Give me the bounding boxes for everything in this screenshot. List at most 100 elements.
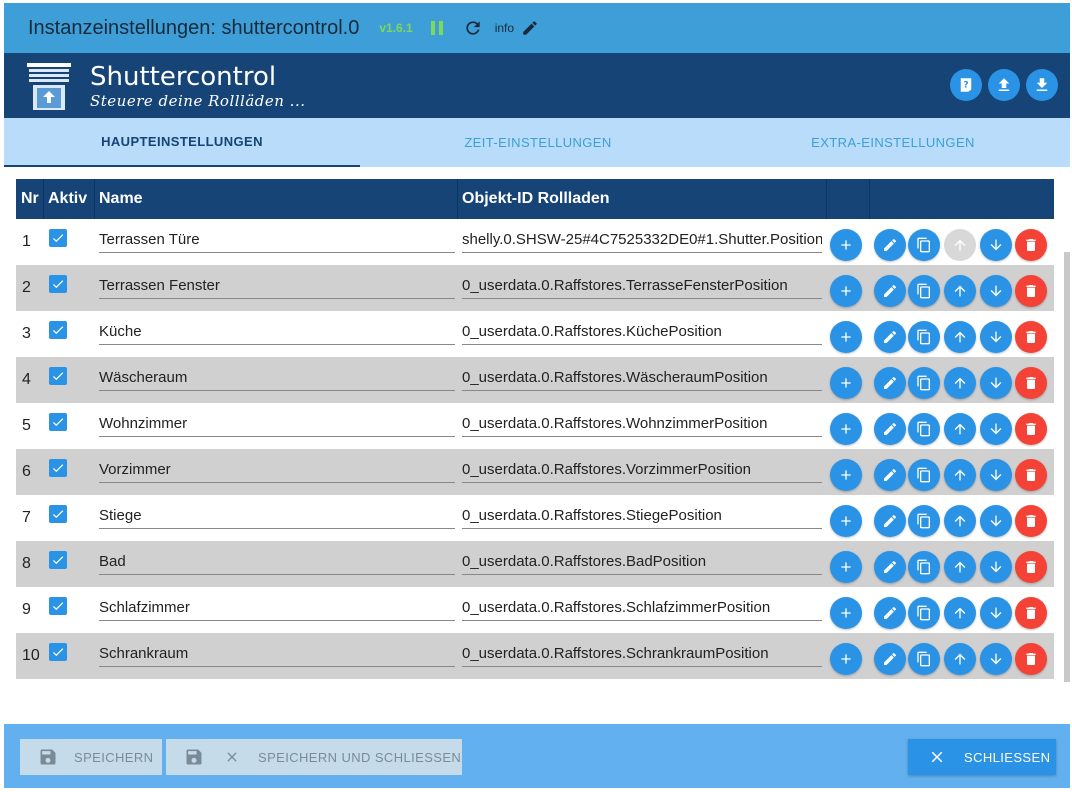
add-button[interactable]	[830, 459, 862, 491]
delete-button[interactable]	[1015, 643, 1047, 675]
edit-button[interactable]	[874, 551, 906, 583]
active-checkbox[interactable]	[49, 551, 67, 569]
delete-button[interactable]	[1015, 321, 1047, 353]
edit-button[interactable]	[874, 367, 906, 399]
name-input[interactable]: Wäscheraum	[99, 363, 455, 391]
edit-button[interactable]	[874, 505, 906, 537]
active-checkbox[interactable]	[49, 459, 67, 477]
active-checkbox[interactable]	[49, 505, 67, 523]
move-up-button[interactable]	[944, 459, 976, 491]
move-down-button[interactable]	[980, 597, 1012, 629]
move-down-button[interactable]	[980, 413, 1012, 445]
move-up-button[interactable]	[944, 367, 976, 399]
move-up-button[interactable]	[944, 321, 976, 353]
active-checkbox[interactable]	[49, 413, 67, 431]
delete-button[interactable]	[1015, 551, 1047, 583]
move-up-button[interactable]	[944, 229, 976, 261]
delete-button[interactable]	[1015, 459, 1047, 491]
save-and-close-button[interactable]: SPEICHERN UND SCHLIESSEN	[166, 739, 462, 775]
add-button[interactable]	[830, 597, 862, 629]
move-up-button[interactable]	[944, 643, 976, 675]
copy-button[interactable]	[908, 459, 940, 491]
move-up-button[interactable]	[944, 505, 976, 537]
delete-button[interactable]	[1015, 367, 1047, 399]
copy-button[interactable]	[908, 505, 940, 537]
object-id-input[interactable]: 0_userdata.0.Raffstores.VorzimmerPositio…	[462, 455, 822, 483]
add-button[interactable]	[830, 321, 862, 353]
add-button[interactable]	[830, 275, 862, 307]
tab-haupteinstellungen[interactable]: HAUPTEINSTELLUNGEN	[4, 118, 360, 167]
object-id-input[interactable]: 0_userdata.0.Raffstores.KüchePosition	[462, 317, 822, 345]
active-checkbox[interactable]	[49, 275, 67, 293]
object-id-input[interactable]: 0_userdata.0.Raffstores.WohnzimmerPositi…	[462, 409, 822, 437]
active-checkbox[interactable]	[49, 321, 67, 339]
name-input[interactable]: Terrassen Fenster	[99, 271, 455, 299]
edit-button[interactable]	[874, 459, 906, 491]
copy-button[interactable]	[908, 229, 940, 261]
copy-button[interactable]	[908, 643, 940, 675]
object-id-input[interactable]: 0_userdata.0.Raffstores.BadPosition	[462, 547, 822, 575]
object-id-input[interactable]: 0_userdata.0.Raffstores.TerrasseFensterP…	[462, 271, 822, 299]
move-down-button[interactable]	[980, 275, 1012, 307]
name-input[interactable]: Bad	[99, 547, 455, 575]
tab-zeit-einstellungen[interactable]: ZEIT-EINSTELLUNGEN	[360, 118, 716, 167]
copy-button[interactable]	[908, 413, 940, 445]
add-button[interactable]	[830, 367, 862, 399]
name-input[interactable]: Terrassen Türe	[99, 225, 455, 253]
name-input[interactable]: Küche	[99, 317, 455, 345]
move-up-button[interactable]	[944, 551, 976, 583]
delete-button[interactable]	[1015, 275, 1047, 307]
name-input[interactable]: Vorzimmer	[99, 455, 455, 483]
move-up-button[interactable]	[944, 597, 976, 629]
move-down-button[interactable]	[980, 505, 1012, 537]
edit-button[interactable]	[874, 229, 906, 261]
refresh-icon[interactable]	[461, 16, 485, 40]
delete-button[interactable]	[1015, 597, 1047, 629]
tab-extra-einstellungen[interactable]: EXTRA-EINSTELLUNGEN	[716, 118, 1070, 167]
upload-button[interactable]	[988, 69, 1020, 101]
download-button[interactable]	[1026, 69, 1058, 101]
add-button[interactable]	[830, 643, 862, 675]
copy-button[interactable]	[908, 597, 940, 629]
move-down-button[interactable]	[980, 551, 1012, 583]
object-id-input[interactable]: 0_userdata.0.Raffstores.SchlafzimmerPosi…	[462, 593, 822, 621]
object-id-input[interactable]: 0_userdata.0.Raffstores.SchrankraumPosit…	[462, 639, 822, 667]
delete-button[interactable]	[1015, 413, 1047, 445]
active-checkbox[interactable]	[49, 367, 67, 385]
name-input[interactable]: Schrankraum	[99, 639, 455, 667]
name-input[interactable]: Stiege	[99, 501, 455, 529]
active-checkbox[interactable]	[49, 643, 67, 661]
pause-icon[interactable]	[425, 16, 449, 40]
object-id-input[interactable]: 0_userdata.0.Raffstores.WäscheraumPositi…	[462, 363, 822, 391]
move-down-button[interactable]	[980, 643, 1012, 675]
delete-button[interactable]	[1015, 229, 1047, 261]
pencil-icon[interactable]	[518, 16, 542, 40]
name-input[interactable]: Schlafzimmer	[99, 593, 455, 621]
object-id-input[interactable]: shelly.0.SHSW-25#4C7525332DE0#1.Shutter.…	[462, 225, 822, 253]
help-button[interactable]: ?	[950, 69, 982, 101]
move-up-button[interactable]	[944, 413, 976, 445]
add-button[interactable]	[830, 551, 862, 583]
copy-button[interactable]	[908, 321, 940, 353]
active-checkbox[interactable]	[49, 597, 67, 615]
copy-button[interactable]	[908, 367, 940, 399]
edit-button[interactable]	[874, 321, 906, 353]
add-button[interactable]	[830, 413, 862, 445]
active-checkbox[interactable]	[49, 229, 67, 247]
edit-button[interactable]	[874, 413, 906, 445]
move-down-button[interactable]	[980, 321, 1012, 353]
edit-button[interactable]	[874, 597, 906, 629]
object-id-input[interactable]: 0_userdata.0.Raffstores.StiegePosition	[462, 501, 822, 529]
delete-button[interactable]	[1015, 505, 1047, 537]
name-input[interactable]: Wohnzimmer	[99, 409, 455, 437]
move-down-button[interactable]	[980, 367, 1012, 399]
edit-button[interactable]	[874, 643, 906, 675]
move-down-button[interactable]	[980, 229, 1012, 261]
move-down-button[interactable]	[980, 459, 1012, 491]
move-up-button[interactable]	[944, 275, 976, 307]
copy-button[interactable]	[908, 551, 940, 583]
add-button[interactable]	[830, 229, 862, 261]
save-button[interactable]: SPEICHERN	[20, 739, 162, 775]
close-button[interactable]: SCHLIESSEN	[908, 739, 1056, 775]
scrollbar[interactable]	[1064, 252, 1070, 682]
